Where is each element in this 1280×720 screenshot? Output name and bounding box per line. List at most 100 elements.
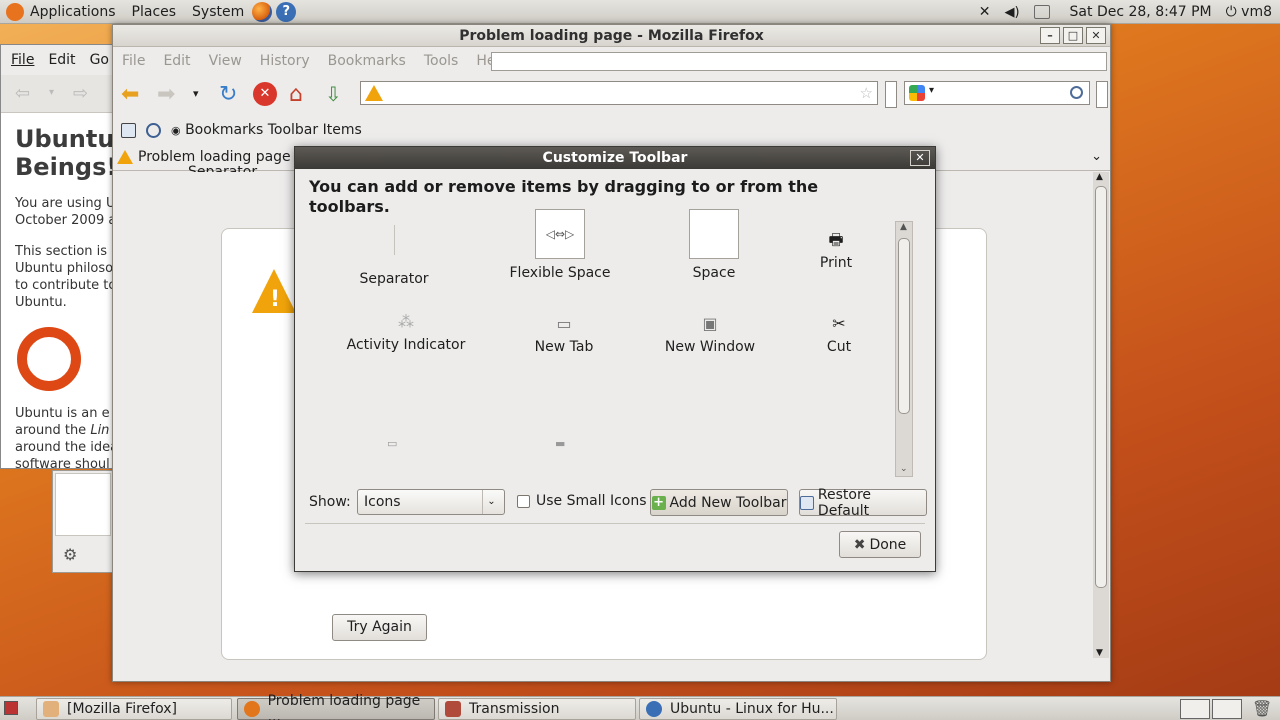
taskbar-item-transmission[interactable]: Transmission (438, 698, 636, 720)
downloads-icon[interactable]: ⇩ (325, 82, 349, 106)
menu-file[interactable]: File (122, 53, 145, 69)
taskbar-item-problem-loading[interactable]: Problem loading page ... (237, 693, 435, 720)
volume-icon[interactable]: ◀) (1004, 5, 1019, 20)
workspace-switcher-2[interactable] (1212, 699, 1242, 719)
bookmark-star-icon[interactable]: ☆ (860, 84, 873, 102)
palette-item-activity-indicator[interactable]: ⁂ Activity Indicator (341, 311, 471, 353)
home-icon[interactable]: ⌂ (289, 82, 313, 107)
bookmarks-toolbar: ◉ Bookmarks Toolbar Items (113, 119, 1110, 141)
gear-icon[interactable]: ⚙ (63, 545, 77, 564)
bookmarks-toolbar-items-label: Bookmarks Toolbar Items (185, 122, 362, 138)
printer-icon: 🖶 (828, 230, 844, 249)
close-window-button[interactable]: ✕ (1086, 27, 1106, 44)
firefox-navbar: ⬅ ➡ ▾ ↻ ✕ ⌂ ⇩ ☆ ▾ (113, 75, 1110, 113)
warning-mark: ! (270, 287, 281, 312)
palette-scrollbar[interactable]: ▲ ⌄ (895, 221, 913, 477)
palette-label: New Window (664, 339, 756, 355)
tab-problem-loading[interactable]: Problem loading page (117, 149, 291, 165)
partial-palette-icon-2[interactable]: ▬ (555, 437, 565, 450)
show-mode-select[interactable]: Icons ⌄ (357, 489, 505, 515)
engine-dropdown-icon[interactable]: ▾ (929, 85, 934, 96)
bg-back-icon[interactable]: ⇦ (15, 83, 30, 104)
scroll-down-icon[interactable]: ▼ (1096, 648, 1103, 658)
done-button[interactable]: ✖ Done (839, 531, 921, 558)
bg-para-1: You are using U October 2009 a (15, 196, 117, 228)
scroll-thumb[interactable] (1095, 186, 1107, 588)
palette-item-new-window[interactable]: ▣ New Window (645, 313, 775, 355)
use-small-icons-checkbox[interactable] (517, 494, 530, 508)
panel-tray: ✕ ◀) Sat Dec 28, 8:47 PM ⏻ vm8 (979, 0, 1272, 24)
restore-default-button[interactable]: Restore Default (799, 487, 927, 519)
search-icon[interactable] (1070, 86, 1083, 99)
minimize-button[interactable]: – (1040, 27, 1060, 44)
url-bar[interactable]: ☆ (360, 81, 878, 105)
menu-bookmarks[interactable]: Bookmarks (328, 53, 406, 69)
ubuntu-menu-icon[interactable] (6, 2, 24, 21)
system-menu[interactable]: System (192, 4, 244, 20)
help-app-icon (646, 701, 662, 717)
tab-list-chevron-icon[interactable]: ⌄ (1091, 149, 1102, 164)
firefox-titlebar[interactable]: Problem loading page - Mozilla Firefox –… (113, 25, 1110, 47)
restore-icon (800, 495, 814, 510)
bg-menu-go[interactable]: Go (90, 52, 109, 68)
clock[interactable]: Sat Dec 28, 8:47 PM (1070, 4, 1212, 20)
mail-icon[interactable] (1033, 5, 1050, 19)
firefox-launcher-icon[interactable] (252, 1, 273, 22)
forward-icon[interactable]: ➡ (157, 82, 181, 107)
show-desktop-icon[interactable] (4, 701, 18, 715)
search-bar[interactable]: ▾ (904, 81, 1090, 105)
taskbar-item-ubuntu[interactable]: Ubuntu - Linux for Hu... (639, 698, 837, 720)
palette-item-new-tab[interactable]: ▭ New Tab (499, 313, 629, 355)
network-icon[interactable]: ✕ (979, 4, 991, 20)
background-browser-window[interactable]: File Edit Go ⇦ ▾ ⇨ Ubuntu Beings! You ar… (0, 44, 121, 472)
help-launcher-icon[interactable]: ? (276, 1, 297, 22)
stop-icon[interactable]: ✕ (253, 82, 277, 106)
palette-scroll-thumb[interactable] (898, 238, 910, 414)
palette-scroll-down-icon[interactable]: ⌄ (900, 464, 908, 474)
dialog-titlebar[interactable]: Customize Toolbar ✕ (295, 147, 935, 169)
menubar-drop-slot[interactable] (491, 52, 1107, 71)
bookmarks-toolbar-items[interactable]: ◉ Bookmarks Toolbar Items (171, 122, 362, 138)
user-menu[interactable]: ⏻ vm8 (1226, 4, 1272, 20)
palette-item-flexible-space[interactable]: ◁⇔▷ Flexible Space (495, 209, 625, 281)
toolbar-drop-slot-right[interactable] (1096, 81, 1108, 108)
partial-palette-icon-1[interactable]: ▭ (387, 437, 397, 450)
palette-item-print[interactable]: 🖶 Print (771, 229, 901, 271)
bg-navbar: ⇦ ▾ ⇨ (1, 75, 121, 113)
palette-item-separator[interactable]: Separator (329, 223, 459, 287)
bg-forward-icon[interactable]: ⇨ (73, 83, 88, 104)
bookmarks-sidebar-icon[interactable] (121, 122, 136, 138)
history-dropdown-icon[interactable]: ▾ (193, 87, 217, 111)
taskbar-item-mozilla-firefox[interactable]: [Mozilla Firefox] (36, 698, 232, 720)
taskbar-label: Transmission (469, 701, 560, 717)
menu-tools[interactable]: Tools (424, 53, 459, 69)
places-menu[interactable]: Places (132, 4, 177, 20)
scroll-up-icon[interactable]: ▲ (1096, 172, 1103, 182)
menu-edit[interactable]: Edit (163, 53, 190, 69)
back-icon[interactable]: ⬅ (121, 82, 145, 107)
palette-scroll-up-icon[interactable]: ▲ (900, 222, 907, 232)
bg-menu-file[interactable]: File (11, 52, 34, 68)
menu-history[interactable]: History (260, 53, 310, 69)
toolbar-drop-slot[interactable] (885, 81, 897, 108)
ubuntu-logo-icon (17, 327, 81, 391)
use-small-icons-option[interactable]: Use Small Icons (517, 493, 647, 509)
use-small-icons-label: Use Small Icons (536, 493, 647, 509)
menu-view[interactable]: View (209, 53, 242, 69)
try-again-button[interactable]: Try Again (332, 614, 427, 641)
trash-icon[interactable]: 🗑 (1252, 699, 1272, 718)
transmission-app-icon (445, 701, 461, 717)
workspace-switcher-1[interactable] (1180, 699, 1210, 719)
bg-dropdown-icon[interactable]: ▾ (49, 87, 54, 98)
palette-item-space[interactable]: Space (649, 209, 779, 281)
dialog-close-button[interactable]: ✕ (910, 150, 930, 166)
palette-item-cut[interactable]: ✂ Cut (774, 313, 904, 355)
page-scrollbar[interactable]: ▲ ▼ (1093, 172, 1109, 658)
google-engine-icon[interactable] (909, 85, 925, 101)
history-sidebar-icon[interactable] (146, 122, 161, 138)
reload-icon[interactable]: ↻ (219, 82, 243, 107)
applications-menu[interactable]: Applications (30, 4, 116, 20)
bg-menu-edit[interactable]: Edit (48, 52, 75, 68)
add-new-toolbar-button[interactable]: + Add New Toolbar (650, 489, 788, 516)
maximize-button[interactable]: □ (1063, 27, 1083, 44)
